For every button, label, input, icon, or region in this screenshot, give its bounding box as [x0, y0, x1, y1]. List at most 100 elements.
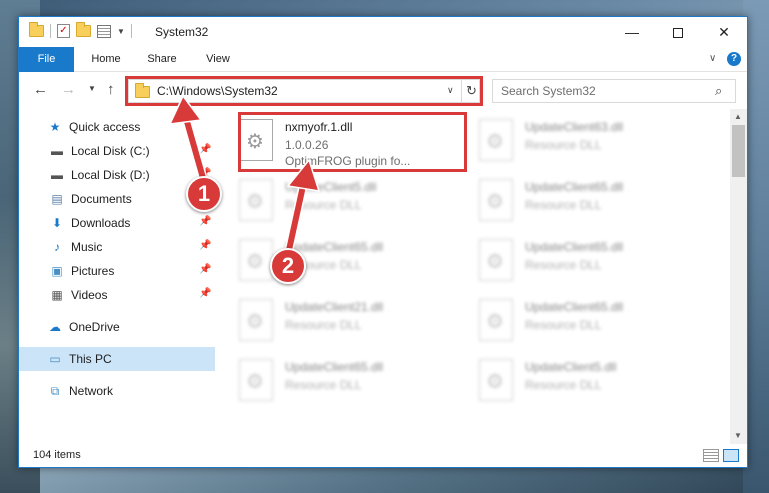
sidebar-item-this-pc[interactable]: ▭ This PC: [19, 347, 215, 371]
item-count: 104 items: [33, 449, 81, 461]
sidebar-item-local-disk-c[interactable]: ▬ Local Disk (C:) 📌: [19, 139, 215, 163]
recent-locations-caret-icon[interactable]: ▼: [88, 84, 96, 93]
customize-toolbar-caret-icon[interactable]: ▼: [117, 27, 125, 36]
scroll-up-arrow-icon[interactable]: ▲: [734, 112, 742, 121]
file-type: Resource DLL: [525, 198, 602, 212]
sidebar-item-onedrive[interactable]: ☁ OneDrive: [19, 315, 215, 339]
file-tile[interactable]: UpdateClient65.dll Resource DLL: [479, 297, 707, 353]
file-tile[interactable]: UpdateClient5.dll Resource DLL: [239, 177, 467, 233]
download-icon: ⬇: [51, 216, 63, 230]
step-marker-1: 1: [186, 176, 222, 212]
dll-file-icon: [479, 119, 513, 161]
star-icon: ★: [49, 120, 61, 134]
dll-file-icon: [479, 299, 513, 341]
toolbar-divider: [50, 24, 51, 38]
sidebar-item-label: Downloads: [71, 216, 131, 230]
dll-file-icon: [479, 359, 513, 401]
tab-view[interactable]: View: [195, 47, 241, 72]
file-explorer-window: ✓ ▼ System32 — ✕ File Home Share View ∨ …: [18, 16, 748, 468]
sidebar-item-downloads[interactable]: ⬇ Downloads 📌: [19, 211, 215, 235]
sidebar-item-quick-access[interactable]: ★ Quick access: [19, 115, 215, 139]
navigation-pane: ★ Quick access ▬ Local Disk (C:) 📌 ▬ Loc…: [19, 109, 215, 444]
details-view-icon[interactable]: [703, 449, 719, 462]
toolbar-divider: [130, 24, 132, 38]
up-arrow-icon[interactable]: ↑: [107, 81, 115, 98]
computer-icon: ▭: [49, 352, 61, 366]
file-tile[interactable]: UpdateClient65.dll Resource DLL: [479, 177, 707, 233]
vertical-scrollbar[interactable]: ▲ ▼: [730, 109, 747, 444]
sidebar-item-network[interactable]: ⧉ Network: [19, 379, 215, 403]
file-type: Resource DLL: [285, 318, 362, 332]
file-name: UpdateClient21.dll: [285, 300, 384, 314]
file-name: UpdateClient5.dll: [285, 180, 377, 194]
ribbon-tabs: File Home Share View ∨ ?: [19, 47, 747, 72]
sidebar-item-label: Local Disk (D:): [71, 168, 150, 182]
pin-icon: 📌: [199, 216, 212, 227]
sidebar-item-pictures[interactable]: ▣ Pictures 📌: [19, 259, 215, 283]
music-icon: ♪: [54, 240, 60, 254]
maximize-button[interactable]: [655, 17, 701, 47]
file-tile[interactable]: UpdateClient65.dll Resource DLL: [479, 237, 707, 293]
file-type: Resource DLL: [285, 198, 362, 212]
sidebar-item-label: Music: [71, 240, 103, 254]
file-type: Resource DLL: [525, 378, 602, 392]
tab-home[interactable]: Home: [83, 47, 129, 72]
file-type: Resource DLL: [525, 258, 602, 272]
file-type: Resource DLL: [525, 318, 602, 332]
documents-icon: ▤: [51, 192, 63, 206]
search-box[interactable]: Search System32 ⌕: [492, 79, 736, 103]
pin-icon: 📌: [199, 144, 212, 155]
tab-share[interactable]: Share: [139, 47, 185, 72]
file-tile[interactable]: UpdateClient63.dll Resource DLL: [479, 117, 707, 173]
sidebar-item-videos[interactable]: ▦ Videos 📌: [19, 283, 215, 307]
dll-file-icon: [479, 239, 513, 281]
pictures-icon: ▣: [51, 264, 63, 278]
pin-icon: 📌: [199, 240, 212, 251]
expand-ribbon-chevron-icon[interactable]: ∨: [709, 53, 716, 64]
tiles-view-icon[interactable]: [723, 449, 739, 462]
network-icon: ⧉: [50, 383, 60, 398]
tab-file[interactable]: File: [19, 47, 74, 72]
file-tile[interactable]: UpdateClient5.dll Resource DLL: [479, 357, 707, 413]
search-icon[interactable]: ⌕: [715, 83, 722, 99]
videos-icon: ▦: [51, 288, 63, 302]
scroll-down-arrow-icon[interactable]: ▼: [734, 431, 742, 440]
back-arrow-icon[interactable]: ←: [33, 81, 48, 98]
file-name: UpdateClient65.dll: [285, 360, 384, 374]
cloud-icon: ☁: [49, 320, 61, 334]
help-icon[interactable]: ?: [727, 52, 741, 66]
file-type: Resource DLL: [525, 138, 602, 152]
title-bar: ✓ ▼ System32 — ✕: [19, 17, 747, 47]
sidebar-item-local-disk-d[interactable]: ▬ Local Disk (D:) 📌: [19, 163, 215, 187]
scroll-thumb[interactable]: [732, 125, 745, 177]
sidebar-item-label: OneDrive: [69, 320, 120, 334]
minimize-button[interactable]: —: [609, 17, 655, 47]
maximize-icon: [673, 28, 683, 39]
sidebar-item-music[interactable]: ♪ Music 📌: [19, 235, 215, 259]
drive-icon: ▬: [51, 168, 63, 182]
new-folder-icon[interactable]: [76, 22, 91, 37]
sidebar-item-label: Quick access: [69, 120, 141, 134]
properties-check-icon[interactable]: ✓: [57, 24, 70, 38]
drive-icon: ▬: [51, 144, 63, 158]
file-tile[interactable]: UpdateClient21.dll Resource DLL: [239, 297, 467, 353]
file-name: UpdateClient65.dll: [525, 240, 624, 254]
sidebar-item-label: Local Disk (C:): [71, 144, 150, 158]
dll-file-icon: [239, 239, 273, 281]
quick-access-toolbar: ✓ ▼: [29, 22, 132, 38]
search-input[interactable]: Search System32: [501, 84, 596, 98]
forward-arrow-icon[interactable]: →: [61, 81, 76, 98]
pin-icon: 📌: [199, 288, 212, 299]
file-highlight: [238, 112, 467, 172]
file-type: Resource DLL: [285, 378, 362, 392]
file-name: UpdateClient5.dll: [525, 360, 617, 374]
file-name: UpdateClient65.dll: [525, 180, 624, 194]
dll-file-icon: [239, 299, 273, 341]
dll-file-icon: [239, 359, 273, 401]
file-tile[interactable]: UpdateClient65.dll Resource DLL: [239, 357, 467, 413]
folder-icon: [29, 22, 44, 37]
close-button[interactable]: ✕: [701, 17, 747, 47]
pin-icon: 📌: [199, 264, 212, 275]
dll-file-icon: [239, 179, 273, 221]
properties-icon[interactable]: [97, 24, 111, 38]
